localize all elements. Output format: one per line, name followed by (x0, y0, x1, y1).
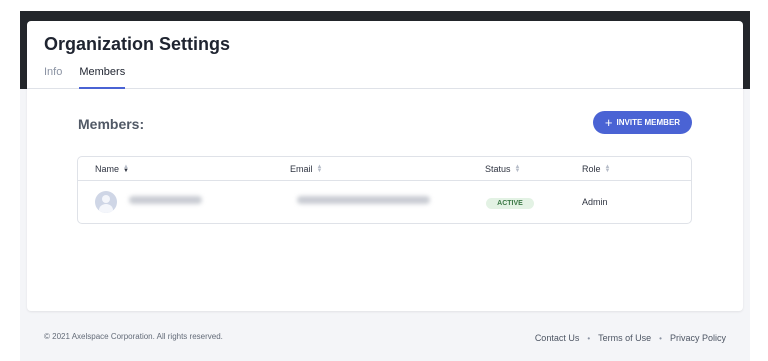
members-table: Name ▲ ▼ Email ▲ ▼ Status ▲ ▼ Role ▲ ▼ ACTIV… (77, 156, 692, 224)
column-label-email: Email (290, 164, 313, 174)
tab-info[interactable]: Info (44, 66, 62, 89)
invite-member-button[interactable]: + INVITE MEMBER (593, 111, 692, 134)
page-title: Organization Settings (44, 34, 231, 54)
status-badge: ACTIVE (486, 198, 534, 209)
separator-dot: • (587, 333, 591, 343)
avatar-icon (95, 191, 117, 213)
table-header: Name ▲ ▼ Email ▲ ▼ Status ▲ ▼ Role ▲ ▼ (78, 157, 691, 181)
column-label-role: Role (582, 164, 601, 174)
column-header-email[interactable]: Email ▲ ▼ (290, 164, 322, 174)
settings-card: Organization Settings Info Members Membe… (27, 21, 743, 311)
copyright-text: © 2021 Axelspace Corporation. All rights… (44, 332, 223, 341)
column-header-role[interactable]: Role ▲ ▼ (582, 164, 610, 174)
member-email-redacted (297, 196, 430, 204)
privacy-policy-link[interactable]: Privacy Policy (670, 333, 726, 343)
sort-descending-icon: ▲ ▼ (123, 164, 129, 174)
column-header-status[interactable]: Status ▲ ▼ (485, 164, 520, 174)
table-row[interactable]: ACTIVE Admin (78, 181, 691, 224)
card-header: Organization Settings Info Members (27, 21, 743, 89)
sort-icon: ▲ ▼ (514, 164, 521, 174)
invite-member-label: INVITE MEMBER (616, 118, 681, 127)
tab-members[interactable]: Members (79, 66, 126, 89)
footer-links: Contact Us • Terms of Use • Privacy Poli… (535, 333, 726, 343)
plus-icon: + (604, 114, 613, 130)
column-label-status: Status (485, 164, 511, 174)
contact-us-link[interactable]: Contact Us (535, 333, 580, 343)
sort-icon: ▲ ▼ (316, 164, 323, 174)
tab-bar: Info Members (44, 66, 142, 89)
separator-dot: • (659, 333, 662, 343)
members-heading: Members: (78, 116, 145, 132)
member-name-redacted (129, 196, 202, 204)
column-label-name: Name (95, 164, 120, 174)
terms-of-use-link[interactable]: Terms of Use (598, 333, 651, 343)
member-role: Admin (582, 197, 608, 207)
sort-icon: ▲ ▼ (604, 164, 611, 174)
column-header-name[interactable]: Name ▲ ▼ (95, 164, 129, 174)
